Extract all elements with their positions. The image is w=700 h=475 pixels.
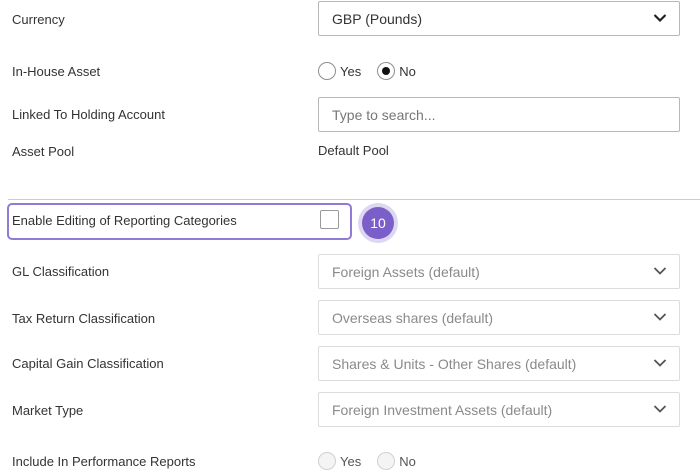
- market-type-label: Market Type: [12, 403, 84, 418]
- in-house-asset-yes-radio[interactable]: [318, 62, 336, 80]
- in-house-asset-no-label[interactable]: No: [399, 64, 416, 79]
- in-house-asset-no-radio[interactable]: [377, 62, 396, 80]
- chevron-down-icon: [653, 359, 667, 367]
- include-performance-yes-radio[interactable]: [318, 452, 336, 470]
- include-performance-radio-group: Yes No: [318, 452, 432, 470]
- linked-holding-search-input[interactable]: Type to search...: [318, 97, 680, 132]
- tax-return-classification-label: Tax Return Classification: [12, 311, 156, 326]
- include-performance-no-radio[interactable]: [377, 452, 396, 470]
- chevron-down-icon: [653, 313, 667, 321]
- tax-return-classification-value: Overseas shares (default): [332, 309, 494, 326]
- asset-pool-label: Asset Pool: [12, 144, 75, 159]
- include-performance-label: Include In Performance Reports: [12, 454, 196, 469]
- in-house-asset-yes-label[interactable]: Yes: [340, 64, 361, 79]
- gl-classification-label: GL Classification: [12, 264, 110, 279]
- include-performance-yes-label[interactable]: Yes: [340, 454, 361, 469]
- include-performance-no-label[interactable]: No: [399, 454, 416, 469]
- chevron-down-icon: [653, 14, 667, 23]
- linked-holding-placeholder: Type to search...: [332, 106, 436, 123]
- in-house-asset-label: In-House Asset: [12, 64, 101, 79]
- currency-value: GBP (Pounds): [332, 10, 423, 27]
- gl-classification-select[interactable]: Foreign Assets (default): [318, 254, 680, 289]
- step-badge: 10: [362, 207, 394, 239]
- chevron-down-icon: [653, 405, 667, 413]
- in-house-asset-radio-group: Yes No: [318, 62, 432, 80]
- market-type-value: Foreign Investment Assets (default): [332, 401, 553, 418]
- capital-gain-classification-value: Shares & Units - Other Shares (default): [332, 355, 577, 372]
- enable-editing-checkbox[interactable]: [320, 210, 339, 229]
- currency-select[interactable]: GBP (Pounds): [318, 1, 680, 36]
- gl-classification-value: Foreign Assets (default): [332, 263, 480, 280]
- asset-pool-value: Default Pool: [318, 143, 389, 158]
- section-divider: [8, 199, 700, 200]
- market-type-select[interactable]: Foreign Investment Assets (default): [318, 392, 680, 427]
- currency-label: Currency: [12, 12, 65, 27]
- capital-gain-classification-label: Capital Gain Classification: [12, 356, 164, 371]
- capital-gain-classification-select[interactable]: Shares & Units - Other Shares (default): [318, 346, 680, 381]
- chevron-down-icon: [653, 267, 667, 275]
- enable-editing-label: Enable Editing of Reporting Categories: [12, 213, 237, 228]
- tax-return-classification-select[interactable]: Overseas shares (default): [318, 300, 680, 335]
- linked-holding-label: Linked To Holding Account: [12, 107, 165, 122]
